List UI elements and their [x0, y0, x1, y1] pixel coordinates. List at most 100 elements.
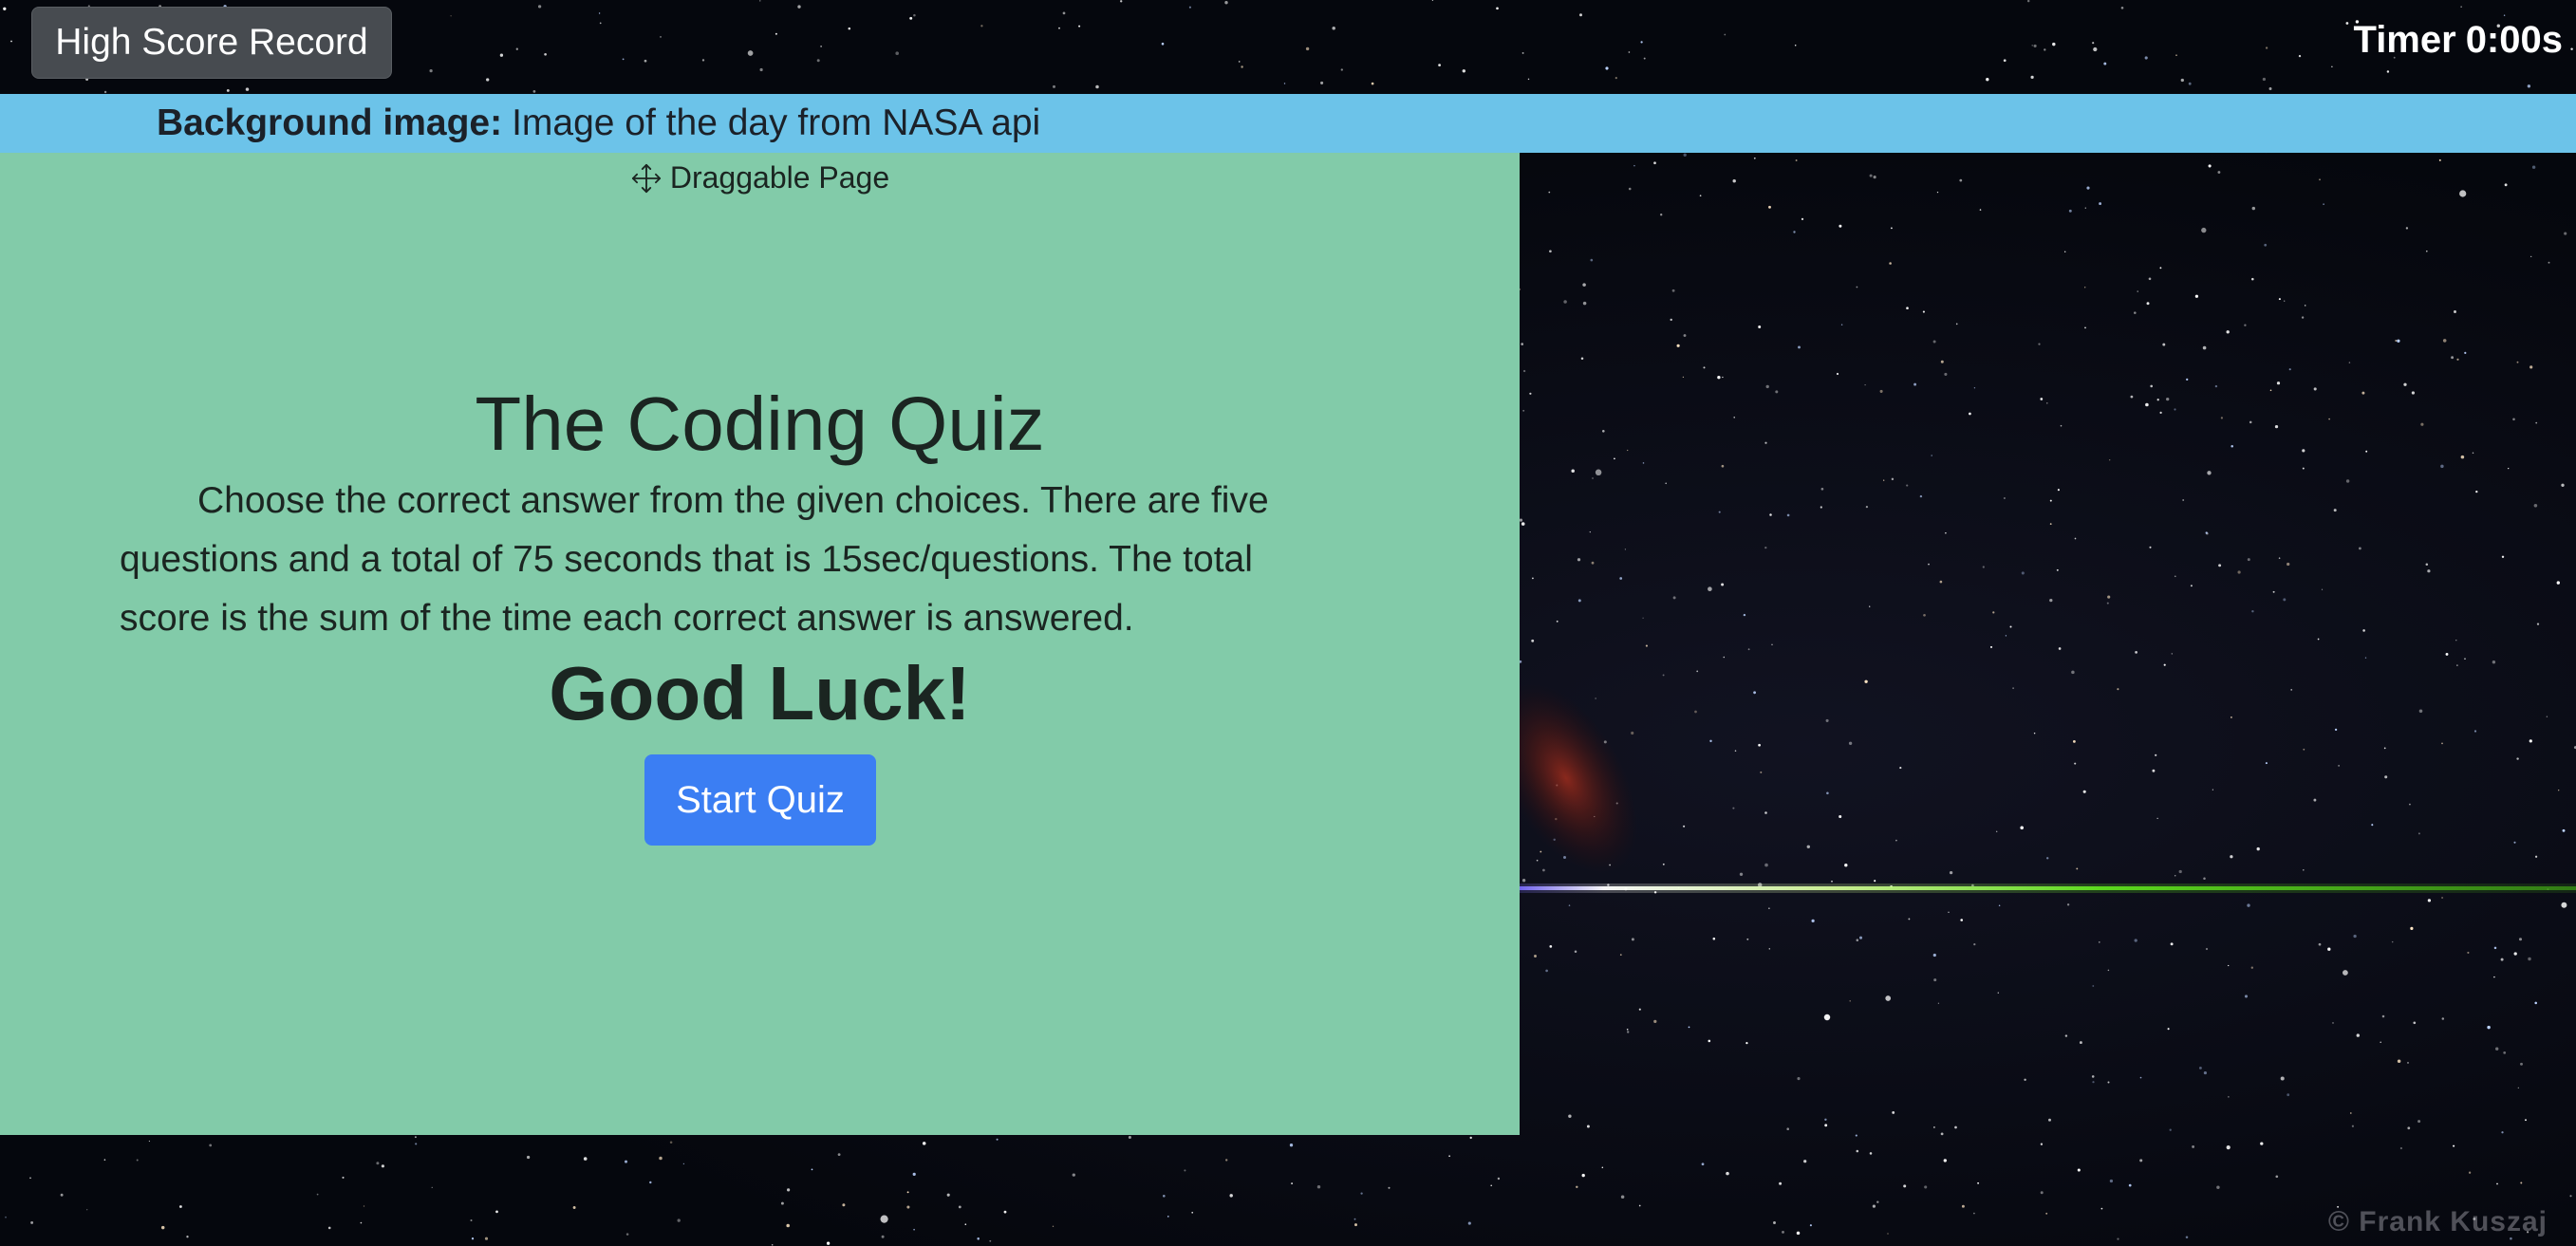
star	[2207, 471, 2212, 475]
star	[1891, 227, 1893, 230]
star	[2288, 368, 2291, 371]
star	[2144, 56, 2148, 60]
star	[1959, 178, 1963, 182]
star	[1496, 7, 1499, 10]
good-luck-heading: Good Luck!	[549, 651, 971, 735]
star	[1876, 1200, 1879, 1203]
star	[913, 1228, 915, 1231]
star	[2230, 716, 2232, 718]
star	[486, 78, 490, 82]
star	[1628, 51, 1631, 53]
star	[10, 40, 12, 43]
star	[1768, 205, 1771, 209]
star	[2220, 417, 2224, 419]
star	[1758, 325, 1762, 328]
star	[1601, 1166, 1604, 1169]
drag-handle[interactable]: Draggable Page	[0, 160, 1520, 195]
star	[2145, 402, 2149, 407]
star	[2456, 664, 2458, 666]
star	[1855, 1134, 1857, 1137]
star	[2251, 277, 2254, 281]
star	[1745, 1041, 1748, 1045]
star	[2283, 598, 2287, 602]
star	[2174, 408, 2176, 411]
star	[2251, 609, 2254, 613]
star	[1696, 670, 1699, 673]
star	[1795, 159, 1798, 161]
star	[909, 16, 913, 20]
star	[2302, 449, 2305, 453]
timer: Timer 0:00s	[2353, 19, 2563, 62]
star	[2040, 1191, 2044, 1195]
star	[2260, 1142, 2264, 1145]
star	[103, 1159, 106, 1161]
star	[771, 1244, 774, 1246]
star	[2442, 339, 2447, 343]
star	[1811, 919, 1815, 923]
star	[2317, 638, 2320, 641]
star	[1519, 518, 1523, 522]
star	[1885, 995, 1892, 1001]
star	[1224, 1, 1228, 5]
star	[431, 1186, 433, 1189]
star	[1718, 511, 1721, 513]
star	[1839, 814, 1842, 819]
star	[186, 1236, 189, 1238]
star	[1797, 1077, 1801, 1081]
star	[2564, 232, 2567, 235]
star	[2530, 255, 2532, 258]
star	[1872, 1204, 1876, 1208]
star	[1869, 1152, 1873, 1155]
star	[495, 1210, 498, 1214]
star	[1892, 1110, 1895, 1114]
star	[1602, 430, 1605, 433]
star	[1801, 217, 1804, 221]
star	[2107, 969, 2110, 972]
star	[2084, 287, 2086, 288]
star	[1052, 1225, 1055, 1227]
star	[2068, 209, 2072, 213]
star	[2038, 343, 2041, 345]
star	[2137, 290, 2138, 292]
star	[1614, 457, 1615, 460]
star	[2056, 568, 2059, 571]
star	[1856, 286, 1858, 288]
star	[2528, 957, 2531, 961]
star	[1238, 61, 1241, 63]
star	[1531, 639, 1535, 642]
star	[1709, 739, 1712, 743]
star	[2003, 497, 2006, 499]
star	[2570, 47, 2573, 50]
photo-credit-watermark: © Frank Kuszaj	[2327, 1206, 2548, 1237]
star	[1283, 83, 1286, 84]
star	[1717, 376, 1721, 380]
star	[1932, 340, 1936, 344]
high-score-record-button[interactable]: High Score Record	[31, 7, 392, 79]
star	[1773, 1221, 1776, 1224]
star	[2464, 351, 2467, 355]
star	[2244, 995, 2249, 998]
star	[1522, 369, 1526, 373]
start-quiz-button[interactable]: Start Quiz	[644, 754, 876, 846]
star	[1581, 1173, 1585, 1178]
star	[2358, 547, 2361, 550]
star	[1120, 0, 1123, 3]
star	[2092, 985, 2095, 987]
star	[1595, 469, 1602, 476]
star	[2099, 202, 2102, 206]
star	[2082, 790, 2086, 793]
star	[1521, 343, 1524, 345]
star	[2534, 1001, 2537, 1005]
star	[622, 58, 625, 61]
star	[2548, 261, 2550, 264]
star	[2044, 48, 2046, 51]
star	[2093, 46, 2098, 52]
star	[775, 32, 777, 35]
star	[2231, 445, 2233, 448]
star	[826, 1241, 831, 1245]
star	[786, 1223, 790, 1228]
star	[1796, 1231, 1801, 1236]
star	[1712, 937, 1716, 940]
star	[327, 1226, 331, 1230]
star	[1769, 513, 1772, 516]
